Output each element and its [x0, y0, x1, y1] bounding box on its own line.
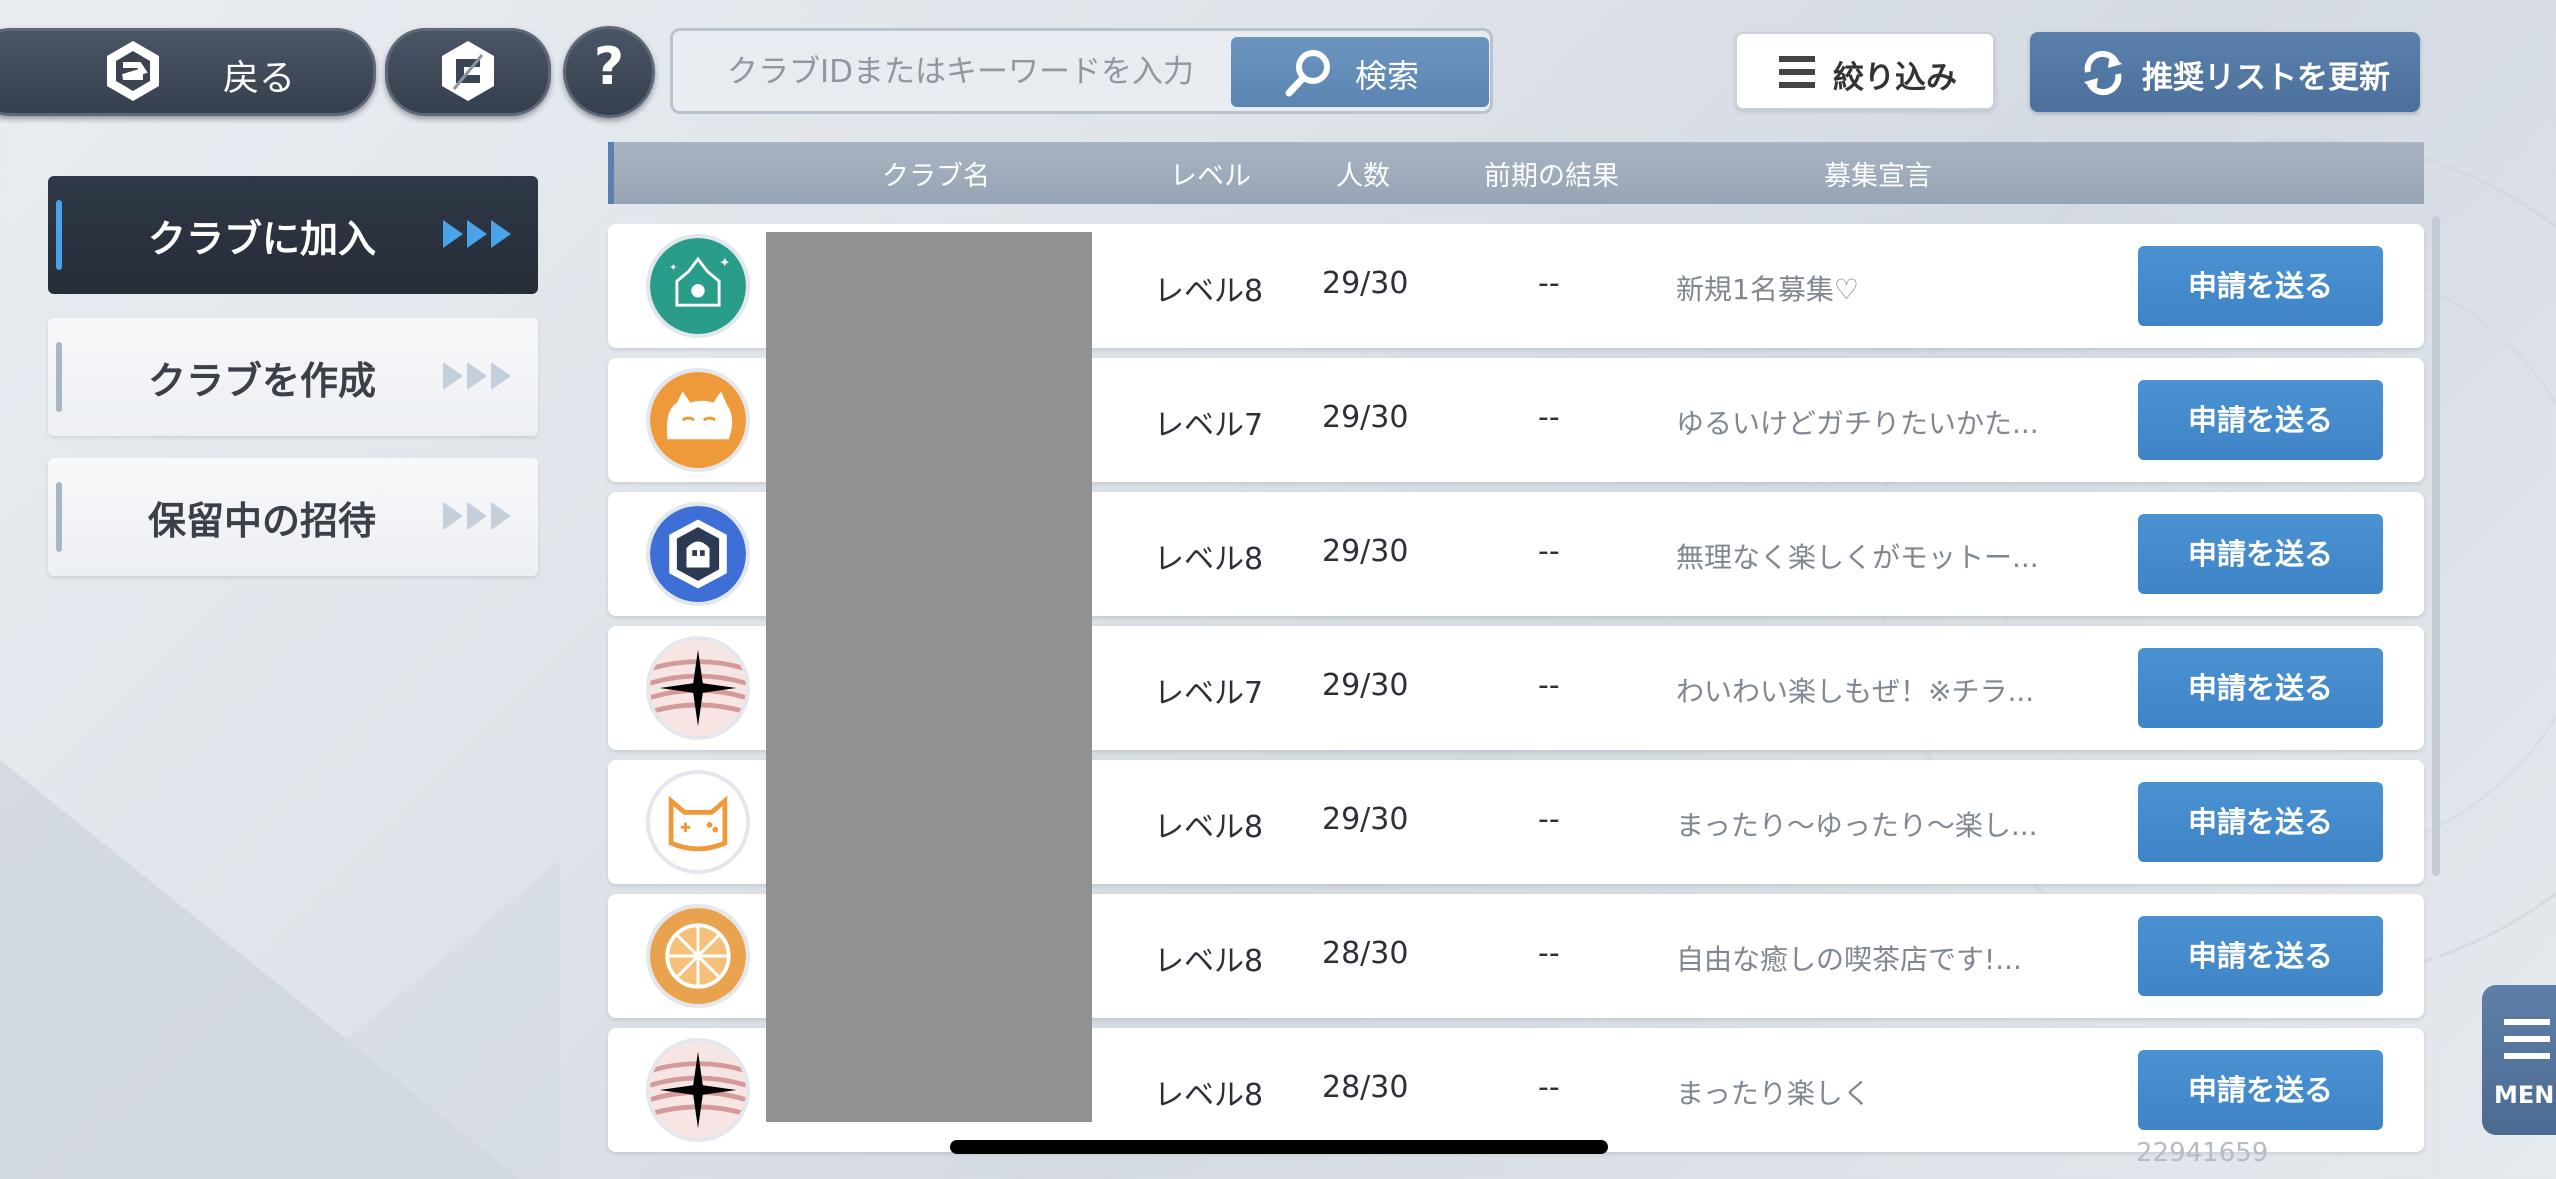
search-button-label: 検索: [1355, 57, 1420, 95]
send-request-button[interactable]: 申請を送る: [2138, 246, 2383, 326]
logo-back-icon: [107, 41, 159, 101]
club-emblem-icon: [442, 41, 494, 101]
search-bar: 検索: [670, 28, 1493, 114]
filter-button[interactable]: 絞り込み: [1735, 32, 1995, 110]
club-result: --: [1538, 668, 1560, 703]
club-members: 29/30: [1322, 534, 1409, 569]
club-result: --: [1538, 266, 1560, 301]
refresh-label: 推奨リストを更新: [2142, 60, 2390, 96]
black-star-stripes-icon: [646, 636, 750, 740]
scrollbar-thumb[interactable]: [2432, 216, 2440, 876]
refresh-icon: [2084, 50, 2122, 96]
user-id: 22941659: [2136, 1138, 2269, 1168]
orange-cat-controller-icon: [646, 770, 750, 874]
column-header-name: クラブ名: [882, 161, 990, 192]
sidebar-item-join-club[interactable]: クラブに加入: [48, 176, 538, 294]
svg-text:✦: ✦: [719, 256, 730, 271]
menu-button[interactable]: MENU: [2482, 985, 2556, 1135]
list-filter-icon: [1779, 56, 1815, 88]
club-members: 28/30: [1322, 1070, 1409, 1105]
sidebar-indicator: [56, 482, 62, 552]
club-message: 自由な癒しの喫茶店です!...: [1676, 943, 2022, 976]
club-level: レベル8: [1154, 944, 1264, 979]
search-button[interactable]: 検索: [1231, 37, 1489, 107]
club-result: --: [1538, 936, 1560, 971]
column-header-level: レベル: [1170, 161, 1251, 192]
club-message: 新規1名募集♡: [1676, 273, 1859, 306]
club-result: --: [1538, 1070, 1560, 1105]
svg-text:✦: ✦: [669, 263, 677, 274]
club-members: 28/30: [1322, 936, 1409, 971]
black-star-stripes-icon: [646, 1038, 750, 1142]
triple-chevron-icon: [443, 362, 511, 390]
sidebar-item-label: クラブを作成: [148, 359, 377, 403]
help-icon: ?: [593, 37, 625, 97]
sidebar-indicator: [56, 342, 62, 412]
back-label: 戻る: [223, 58, 296, 99]
sidebar-item-label: クラブに加入: [148, 217, 377, 261]
search-icon: [1285, 50, 1330, 97]
hamburger-icon: [2504, 1019, 2550, 1059]
send-request-button[interactable]: 申請を送る: [2138, 1050, 2383, 1130]
club-level: レベル8: [1154, 542, 1264, 577]
menu-label: MENU: [2494, 1081, 2556, 1109]
club-members: 29/30: [1322, 266, 1409, 301]
club-level: レベル8: [1154, 1078, 1264, 1113]
club-message: 無理なく楽しくがモットー...: [1676, 541, 2039, 574]
send-request-button[interactable]: 申請を送る: [2138, 514, 2383, 594]
club-level: レベル7: [1154, 676, 1264, 711]
header-accent: [608, 142, 614, 204]
club-level: レベル8: [1154, 810, 1264, 845]
club-home-button[interactable]: [385, 28, 551, 116]
sidebar-item-label: 保留中の招待: [148, 499, 377, 543]
column-header-result: 前期の結果: [1484, 161, 1619, 192]
blue-hexagon-ghost-icon: [646, 502, 750, 606]
club-level: レベル8: [1154, 274, 1264, 309]
column-header-members: 人数: [1336, 161, 1390, 192]
back-button[interactable]: 戻る: [0, 28, 376, 116]
club-message: ゆるいけどガチりたいかた...: [1676, 407, 2039, 440]
sidebar-active-indicator: [56, 200, 62, 270]
table-header: クラブ名 レベル 人数 前期の結果 募集宣言: [608, 142, 2424, 204]
orange-cat-icon: [646, 368, 750, 472]
club-level: レベル7: [1154, 408, 1264, 443]
sidebar-item-pending-invites[interactable]: 保留中の招待: [48, 458, 538, 576]
club-members: 29/30: [1322, 668, 1409, 703]
send-request-button[interactable]: 申請を送る: [2138, 782, 2383, 862]
club-message: わいわい楽しもぜ！※チラ...: [1676, 675, 2035, 708]
club-members: 29/30: [1322, 802, 1409, 837]
send-request-button[interactable]: 申請を送る: [2138, 916, 2383, 996]
send-request-button[interactable]: 申請を送る: [2138, 648, 2383, 728]
club-result: --: [1538, 534, 1560, 569]
club-message: まったり楽しく: [1676, 1077, 1871, 1110]
triple-chevron-icon: [443, 220, 511, 248]
club-members: 29/30: [1322, 400, 1409, 435]
orange-citrus-icon: [646, 904, 750, 1008]
redacted-club-names: [766, 232, 1092, 1122]
column-header-message: 募集宣言: [1824, 161, 1932, 192]
sidebar-item-create-club[interactable]: クラブを作成: [48, 318, 538, 436]
refresh-recommendations-button[interactable]: 推奨リストを更新: [2030, 32, 2420, 112]
club-result: --: [1538, 802, 1560, 837]
home-indicator[interactable]: [950, 1140, 1608, 1154]
send-request-button[interactable]: 申請を送る: [2138, 380, 2383, 460]
club-result: --: [1538, 400, 1560, 435]
filter-label: 絞り込み: [1833, 60, 1957, 96]
teal-castle-emblem-icon: ✦ ✦: [646, 234, 750, 338]
club-message: まったり〜ゆったり〜楽し...: [1676, 809, 2038, 842]
triple-chevron-icon: [443, 502, 511, 530]
help-button[interactable]: ?: [563, 26, 655, 118]
search-input[interactable]: [687, 41, 1289, 103]
